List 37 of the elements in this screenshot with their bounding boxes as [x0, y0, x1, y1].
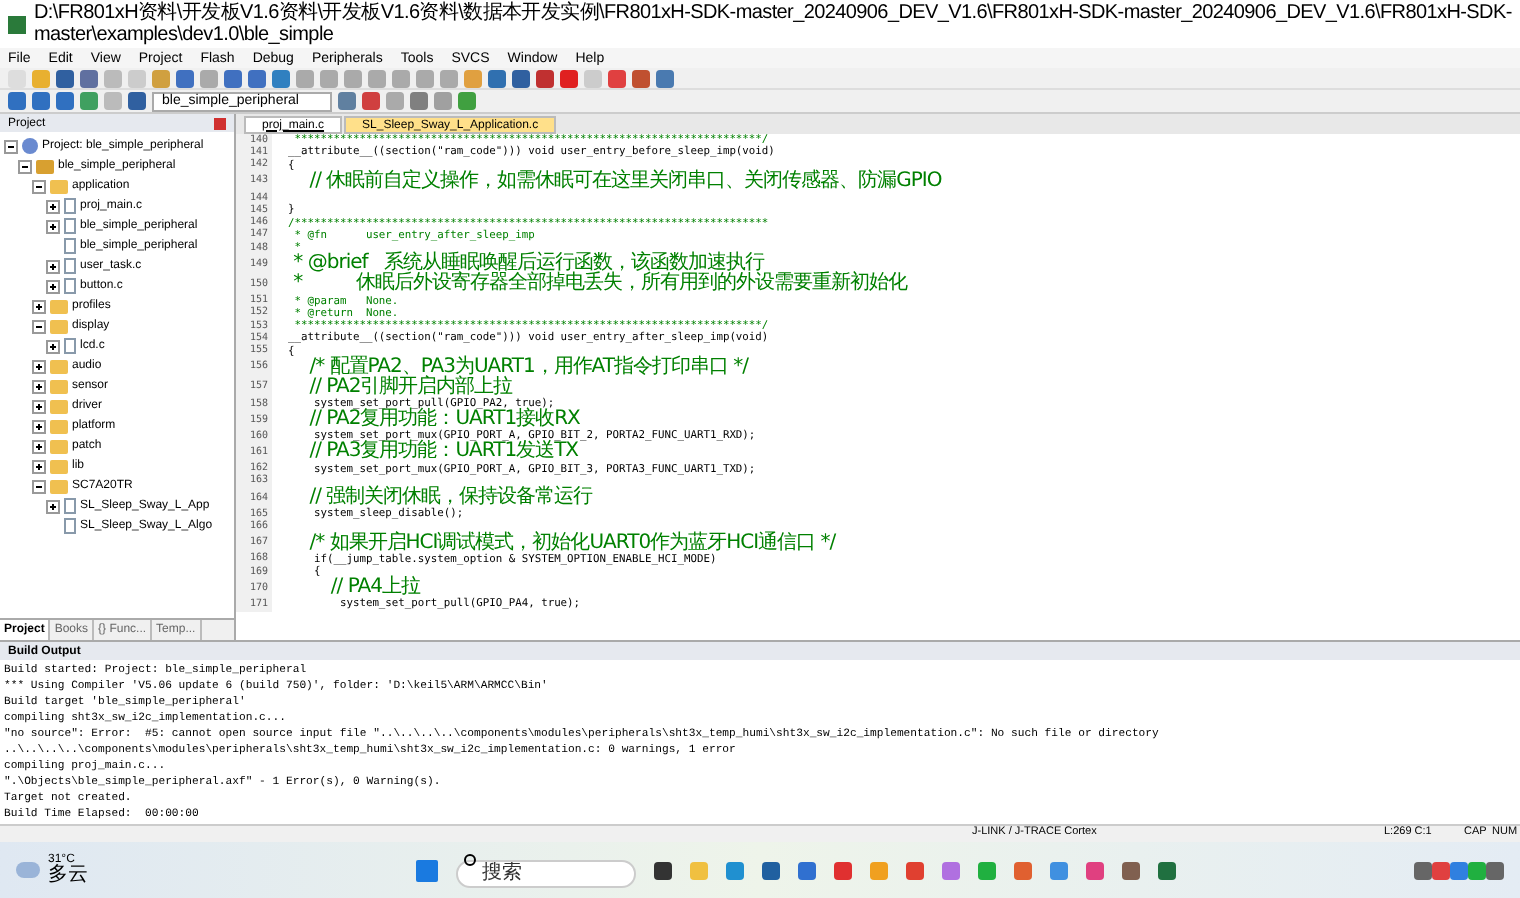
- expand-icon[interactable]: [32, 399, 46, 413]
- code-comment: // 休眠前自定义操作，如需休眠可在这里关闭串口、关闭传感器、防漏GPIO: [307, 171, 942, 192]
- file-icon: [64, 338, 76, 354]
- expand-icon[interactable]: [32, 299, 46, 313]
- collapse-icon[interactable]: [32, 479, 46, 493]
- collapse-icon[interactable]: [4, 139, 18, 153]
- start-icon[interactable]: [416, 859, 438, 881]
- expand-icon[interactable]: [32, 419, 46, 433]
- expand-icon[interactable]: [46, 499, 60, 513]
- close-icon[interactable]: [214, 117, 226, 129]
- code-comment: // PA2引脚开启内部上拉: [307, 377, 513, 398]
- code-comment: * 休眠后外设寄存器全部掉电丢失，所有用到的外设需要重新初始化: [291, 274, 907, 295]
- code-comment: // 强制关闭休眠，保持设备常运行: [307, 488, 593, 509]
- expand-icon[interactable]: [32, 459, 46, 473]
- search-field[interactable]: 搜索: [456, 859, 636, 887]
- project-icon: [22, 138, 38, 154]
- expand-icon[interactable]: [32, 379, 46, 393]
- code-comment: // PA3复用功能：UART1发送TX: [307, 442, 579, 463]
- expand-icon[interactable]: [46, 339, 60, 353]
- code-comment: // PA4上拉: [328, 578, 420, 599]
- expand-icon[interactable]: [46, 259, 60, 273]
- expand-icon[interactable]: [32, 439, 46, 453]
- app-icon: [8, 15, 26, 33]
- expand-icon[interactable]: [46, 199, 60, 213]
- cloud-icon: [16, 862, 40, 878]
- expand-icon[interactable]: [46, 219, 60, 233]
- collapse-icon[interactable]: [18, 159, 32, 173]
- expand-icon[interactable]: [32, 359, 46, 373]
- code-comment: /* 如果开启HCI调试模式，初始化UART0作为蓝牙HCI通信口 */: [307, 533, 836, 554]
- search-icon: [464, 854, 476, 866]
- weather-condition: 多云: [48, 866, 88, 886]
- window-title: D:\FR801xH资料\开发板V1.6资料\开发板V1.6资料\数据本开发实例\FR801xH-SDK-master_20240906_DEV_V1.6\FR801xH-SDK-master_20240906_DEV_V1.6\FR801xH-SDK-master\examples\dev1.0\ble_simple: [34, 2, 1512, 46]
- collapse-icon[interactable]: [32, 179, 46, 193]
- code-comment: // PA2复用功能：UART1接收RX: [307, 410, 580, 431]
- code-comment: /* 配置PA2、PA3为UART1，用作AT指令打印串口 */: [307, 357, 749, 378]
- expand-icon[interactable]: [46, 279, 60, 293]
- collapse-icon[interactable]: [32, 319, 46, 333]
